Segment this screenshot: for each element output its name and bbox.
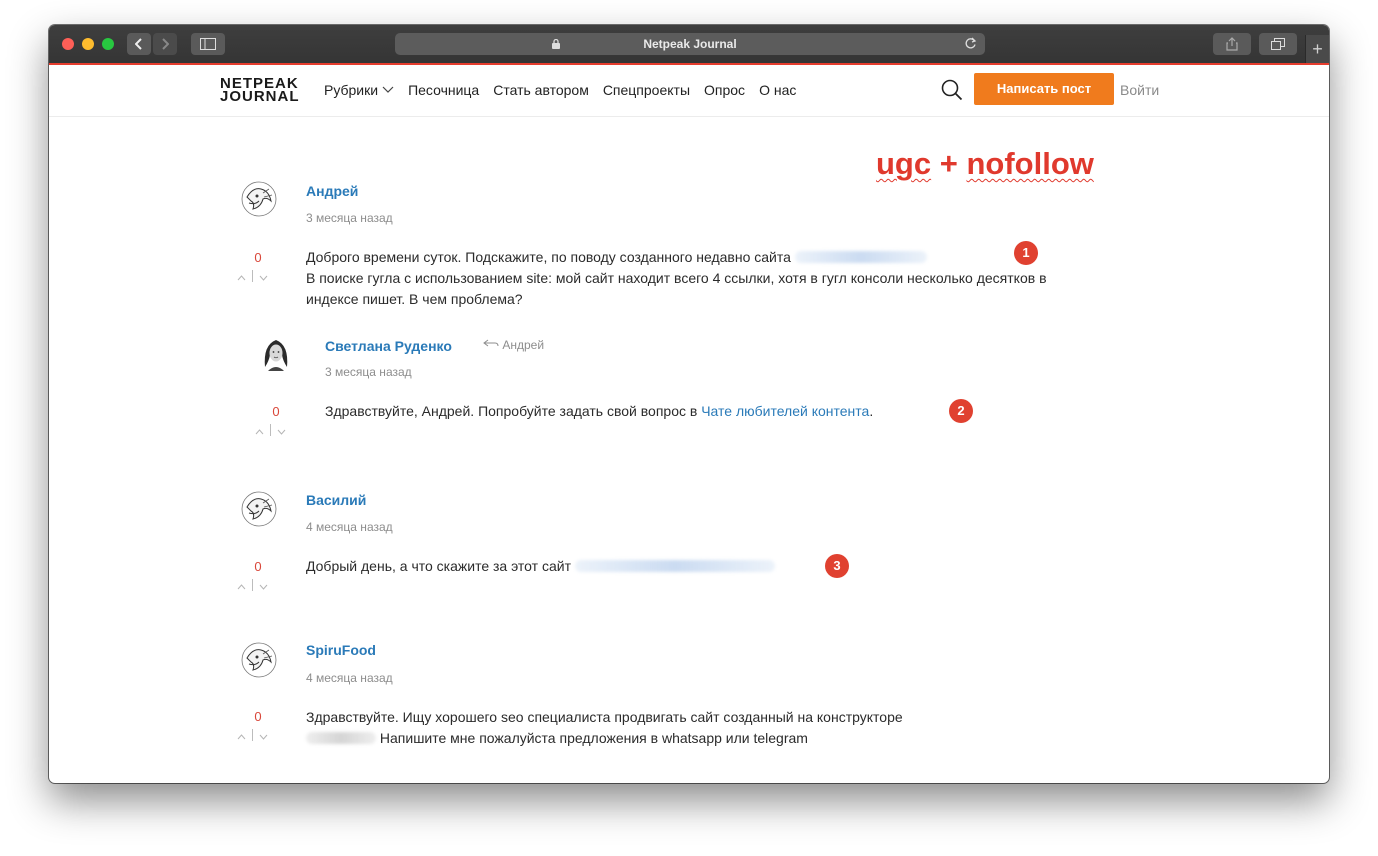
vote-down-icon[interactable] — [259, 275, 268, 281]
chat-link[interactable]: Чате любителей контента — [701, 403, 869, 419]
screenshot-stage: Netpeak Journal + NETPEAK JOURNAL Рубрик… — [0, 0, 1378, 856]
vote-controls — [255, 424, 286, 438]
nav-sandbox[interactable]: Песочница — [408, 82, 479, 98]
nav-about[interactable]: О нас — [759, 82, 796, 98]
vote-up-icon[interactable] — [237, 584, 246, 590]
comment-text-part: Здравствуйте, Андрей. Попробуйте задать … — [325, 403, 702, 419]
comment-author[interactable]: Андрей — [306, 183, 358, 199]
blurred-link — [794, 251, 927, 263]
vote-count: 0 — [254, 250, 262, 265]
avatar-icon — [241, 181, 277, 217]
browser-window: Netpeak Journal + NETPEAK JOURNAL Рубрик… — [49, 25, 1329, 783]
blurred-text — [306, 732, 376, 744]
annotation-badge: 1 — [1014, 241, 1038, 265]
login-link[interactable]: Войти — [1120, 82, 1159, 98]
vote-controls — [237, 579, 268, 593]
main-nav: Рубрики Песочница Стать автором Спецпрое… — [324, 82, 810, 98]
comment-text-line: В поиске гугла с использованием site: мо… — [306, 270, 1047, 286]
avatar-icon — [241, 491, 277, 527]
comment-time: 4 месяца назад — [306, 520, 393, 534]
nav-poll[interactable]: Опрос — [704, 82, 745, 98]
reload-icon[interactable] — [964, 37, 977, 50]
close-window-button[interactable] — [62, 38, 74, 50]
tabs-icon — [1271, 38, 1285, 50]
site-logo[interactable]: NETPEAK JOURNAL — [220, 76, 300, 105]
page-title: Netpeak Journal — [643, 37, 737, 51]
chevron-down-icon — [382, 86, 394, 93]
sidebar-toggle-button[interactable] — [191, 33, 225, 55]
browser-titlebar: Netpeak Journal + — [49, 25, 1329, 63]
zoom-window-button[interactable] — [102, 38, 114, 50]
comment-time: 3 месяца назад — [306, 211, 393, 225]
share-button[interactable] — [1213, 33, 1251, 55]
annotation-badge: 3 — [825, 554, 849, 578]
comment-text-line: Доброго времени суток. Подскажите, по по… — [306, 249, 791, 265]
avatar-icon — [258, 335, 294, 371]
comment-author[interactable]: Василий — [306, 492, 366, 508]
search-icon[interactable] — [941, 79, 963, 101]
site-header: NETPEAK JOURNAL Рубрики Песочница Стать … — [49, 65, 1329, 117]
vote-count: 0 — [254, 709, 262, 724]
vote-count: 0 — [254, 559, 262, 574]
nav-rubrics-label: Рубрики — [324, 82, 379, 98]
blurred-link — [574, 560, 775, 572]
comment-time: 3 месяца назад — [325, 365, 412, 379]
comment-text: Здравствуйте, Андрей. Попробуйте задать … — [325, 401, 1025, 422]
vote-down-icon[interactable] — [259, 734, 268, 740]
reply-to-name: Андрей — [502, 338, 545, 352]
share-icon — [1226, 37, 1238, 51]
comment-text-part: . — [869, 403, 874, 419]
new-tab-button[interactable]: + — [1305, 35, 1329, 63]
avatar-icon — [241, 642, 277, 678]
minimize-window-button[interactable] — [82, 38, 94, 50]
vote-up-icon[interactable] — [237, 734, 246, 740]
vote-up-icon[interactable] — [237, 275, 246, 281]
vote-down-icon[interactable] — [259, 584, 268, 590]
write-post-button[interactable]: Написать пост — [974, 73, 1114, 105]
ugc-nofollow-annotation: ugc + nofollow — [876, 146, 1094, 182]
chevron-left-icon — [135, 38, 142, 50]
vote-count: 0 — [272, 404, 280, 419]
comment-text: Добрый день, а что скажите за этот сайт — [306, 556, 866, 577]
chevron-right-icon — [162, 38, 169, 50]
vote-up-icon[interactable] — [255, 429, 264, 435]
comment-text-line: Здравствуйте. Ищу хорошего seo специалис… — [306, 709, 903, 725]
comment-text: Здравствуйте. Ищу хорошего seo специалис… — [306, 707, 1166, 749]
annotation-ugc: ugc — [876, 146, 932, 181]
vote-controls — [237, 270, 268, 284]
nav-become-author[interactable]: Стать автором — [493, 82, 589, 98]
annotation-badge: 2 — [949, 399, 973, 423]
comment-author[interactable]: SpiruFood — [306, 642, 376, 658]
comment-text-line: Напишите мне пожалуйста предложения в wh… — [379, 730, 808, 746]
comments-section: ugc + nofollow Андрей 3 месяца назад 0 Д… — [49, 117, 1329, 783]
sidebar-icon — [200, 38, 216, 50]
annotation-plus: + — [931, 146, 967, 181]
forward-button[interactable] — [153, 33, 177, 55]
comment-time: 4 месяца назад — [306, 671, 393, 685]
back-button[interactable] — [127, 33, 151, 55]
reply-to-indicator[interactable]: Андрей — [483, 338, 544, 352]
comment-author[interactable]: Светлана Руденко — [325, 338, 452, 354]
vote-controls — [237, 729, 268, 743]
nav-special-projects[interactable]: Спецпроекты — [603, 82, 690, 98]
vote-down-icon[interactable] — [277, 429, 286, 435]
reply-arrow-icon — [483, 339, 499, 347]
nav-rubrics[interactable]: Рубрики — [324, 82, 394, 98]
comment-text-line: индексе пишет. В чем проблема? — [306, 291, 523, 307]
logo-line-2: JOURNAL — [220, 88, 300, 105]
address-bar[interactable]: Netpeak Journal — [395, 33, 985, 55]
comment-text-part: Добрый день, а что скажите за этот сайт — [306, 558, 571, 574]
annotation-nofollow: nofollow — [966, 146, 1094, 181]
tabs-overview-button[interactable] — [1259, 33, 1297, 55]
